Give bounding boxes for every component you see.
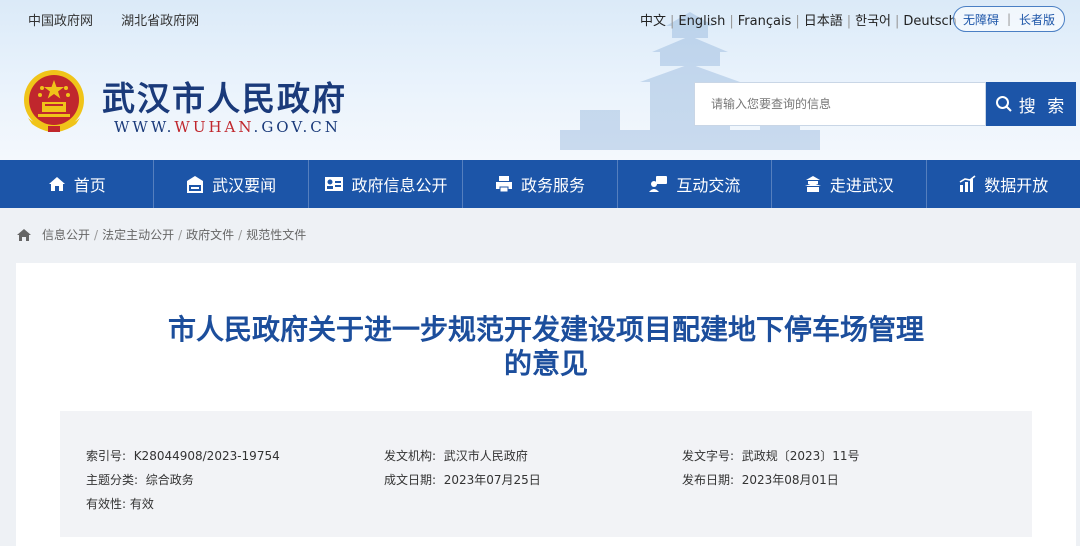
search-button[interactable]: 搜 索 (986, 82, 1076, 126)
nav-label: 互动交流 (676, 176, 741, 195)
document-title: 市人民政府关于进一步规范开发建设项目配建地下停车场管理 的意见 (16, 313, 1076, 381)
link-china-gov[interactable]: 中国政府网 (28, 14, 93, 29)
meta-validity: 有效性: 有效 (86, 495, 154, 512)
meta-index: 索引号: K28044908/2023-19754 (86, 447, 280, 464)
breadcrumb-item[interactable]: 规范性文件 (246, 226, 306, 243)
nav-label: 政府信息公开 (351, 176, 448, 195)
link-hubei-gov[interactable]: 湖北省政府网 (121, 14, 199, 29)
site-url-suffix: .GOV.CN (253, 118, 341, 136)
site-title[interactable]: 武汉市人民政府 (102, 72, 347, 120)
nav-item-services[interactable]: 政务服务 (463, 160, 618, 208)
breadcrumb: 信息公开 / 法定主动公开 / 政府文件 / 规范性文件 (16, 226, 306, 243)
meta-published-label: 发布日期: (682, 473, 735, 487)
meta-published-value: 2023年08月01日 (741, 473, 839, 487)
breadcrumb-item[interactable]: 政府文件 (186, 226, 234, 243)
chat-user-icon (649, 176, 668, 192)
breadcrumb-item[interactable]: 法定主动公开 (102, 226, 174, 243)
meta-created-value: 2023年07月25日 (443, 473, 541, 487)
nav-label: 数据开放 (984, 176, 1049, 195)
home-icon (48, 177, 65, 191)
meta-issuer-label: 发文机构: (384, 449, 437, 463)
meta-docno-value: 武政规〔2023〕11号 (741, 449, 860, 463)
lang-ko[interactable]: 한국어 (855, 14, 891, 29)
site-url-prefix: WWW. (114, 118, 175, 136)
lang-en[interactable]: English (678, 14, 725, 29)
site-url: WWW.WUHAN.GOV.CN (114, 118, 341, 136)
lang-ja[interactable]: 日本語 (804, 14, 843, 29)
meta-docno: 发文字号: 武政规〔2023〕11号 (682, 447, 860, 464)
nav-item-interaction[interactable]: 互动交流 (618, 160, 773, 208)
meta-category-label: 主题分类: (86, 473, 139, 487)
landmark-icon (804, 176, 821, 192)
nav-item-home[interactable]: 首页 (0, 160, 155, 208)
national-emblem-icon[interactable] (18, 66, 90, 138)
search-input[interactable]: 请输入您要查询的信息 (694, 82, 986, 126)
nav-item-news[interactable]: 武汉要闻 (154, 160, 309, 208)
lang-fr[interactable]: Français (738, 14, 792, 29)
top-links: 中国政府网 湖北省政府网 (28, 10, 223, 29)
document-meta: 索引号: K28044908/2023-19754 发文机构: 武汉市人民政府 … (60, 411, 1032, 537)
site-header: 中国政府网 湖北省政府网 中文 | English | Français | 日本語 | 한국어… (0, 0, 1080, 160)
nav-item-info-disclosure[interactable]: 政府信息公开 (309, 160, 464, 208)
meta-docno-label: 发文字号: (682, 449, 735, 463)
document-title-line2: 的意见 (503, 347, 588, 380)
nav-label: 武汉要闻 (212, 176, 277, 195)
language-switcher: 中文 | English | Français | 日本語 | 한국어 | Deutsch (640, 14, 957, 29)
lang-de[interactable]: Deutsch (903, 14, 957, 29)
accessibility-switch: 无障碍 | 长者版 (953, 6, 1065, 32)
nav-label: 首页 (73, 176, 106, 195)
meta-index-value: K28044908/2023-19754 (133, 449, 280, 463)
elder-mode-link[interactable]: 长者版 (1019, 11, 1055, 28)
nav-label: 政务服务 (520, 176, 585, 195)
site-url-highlight: WUHAN (174, 118, 254, 136)
document-panel: 市人民政府关于进一步规范开发建设项目配建地下停车场管理 的意见 索引号: K28… (16, 263, 1076, 546)
breadcrumb-item[interactable]: 信息公开 (42, 226, 90, 243)
chart-icon (959, 175, 976, 192)
search-icon (995, 96, 1012, 112)
meta-category-value: 综合政务 (145, 473, 194, 487)
building-icon (187, 176, 204, 193)
document-title-line1: 市人民政府关于进一步规范开发建设项目配建地下停车场管理 (167, 313, 924, 346)
yellow-crane-tower-skyline (560, 12, 820, 150)
meta-created: 成文日期: 2023年07月25日 (384, 471, 541, 488)
search-button-label: 搜 索 (1018, 96, 1068, 117)
lang-zh[interactable]: 中文 (640, 14, 666, 29)
id-card-icon (324, 177, 343, 191)
barrier-free-link[interactable]: 无障碍 (963, 11, 999, 28)
home-icon[interactable] (16, 228, 32, 242)
main-nav: 首页 武汉要闻 政府信息公开 政务服务 互动交流 走进武汉 数据开放 (0, 160, 1080, 208)
meta-validity-label: 有效性: (86, 497, 127, 511)
meta-index-label: 索引号: (86, 449, 127, 463)
nav-item-open-data[interactable]: 数据开放 (927, 160, 1080, 208)
meta-issuer-value: 武汉市人民政府 (443, 449, 528, 463)
meta-category: 主题分类: 综合政务 (86, 471, 194, 488)
meta-issuer: 发文机构: 武汉市人民政府 (384, 447, 528, 464)
printer-icon (495, 176, 512, 193)
meta-created-label: 成文日期: (384, 473, 437, 487)
nav-label: 走进武汉 (829, 176, 894, 195)
meta-validity-value: 有效 (129, 497, 154, 511)
meta-published: 发布日期: 2023年08月01日 (682, 471, 839, 488)
nav-item-about-wuhan[interactable]: 走进武汉 (772, 160, 927, 208)
